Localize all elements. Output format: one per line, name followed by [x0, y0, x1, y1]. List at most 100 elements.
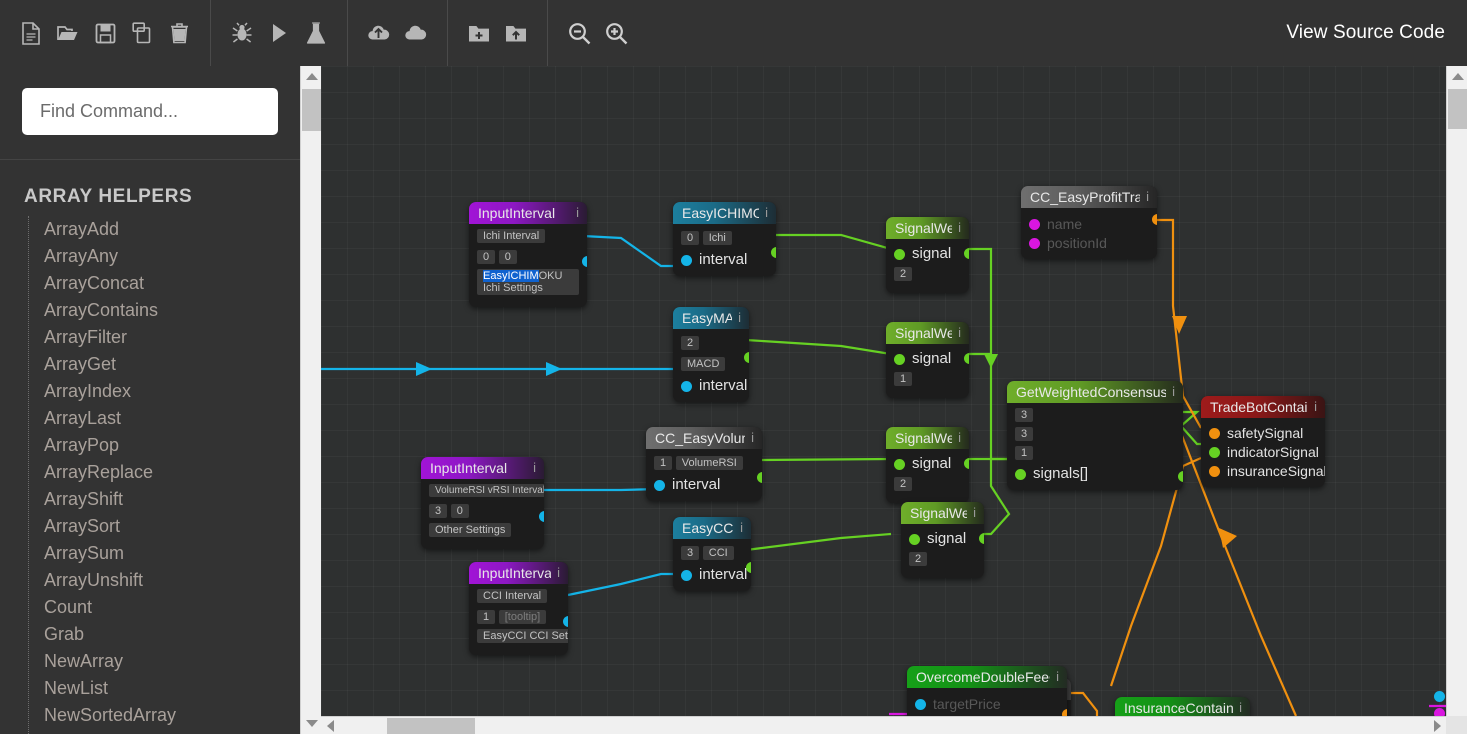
output-port-signal[interactable]	[757, 472, 762, 483]
sidebar-item-arrayfilter[interactable]: ArrayFilter	[29, 324, 300, 351]
field-value-0[interactable]: 3	[1015, 408, 1034, 422]
node-signal-weight-1[interactable]: SignalWeight i signal 2	[886, 217, 969, 293]
input-port-signal-row[interactable]: signal	[894, 455, 961, 473]
sidebar-item-arrayshift[interactable]: ArrayShift	[29, 486, 300, 513]
field-value[interactable]: 3	[681, 546, 700, 560]
field-settings-label[interactable]: EasyCCI CCI Settings	[477, 629, 568, 643]
input-port-dot[interactable]	[1029, 218, 1040, 230]
canvas-scroll-left-icon[interactable]	[321, 717, 339, 734]
output-port-interval[interactable]	[539, 511, 544, 522]
sidebar-item-arrayindex[interactable]: ArrayIndex	[29, 378, 300, 405]
input-port-dot[interactable]	[681, 380, 692, 392]
node-header[interactable]: EasyICHIMOKU i	[673, 202, 776, 224]
node-insurance-container[interactable]: InsuranceContainer i	[1115, 697, 1250, 716]
node-header[interactable]: SignalWeight i	[886, 427, 969, 449]
sidebar-item-arraylast[interactable]: ArrayLast	[29, 405, 300, 432]
output-port-signal[interactable]	[964, 248, 969, 259]
canvas-scroll-right-icon[interactable]	[1428, 717, 1446, 734]
output-port-signal[interactable]	[964, 458, 969, 469]
field-max[interactable]: 0	[450, 504, 469, 518]
port-dot-magenta[interactable]	[1434, 708, 1445, 716]
sidebar-item-arraysum[interactable]: ArraySum	[29, 540, 300, 567]
node-cc-easy-volume-rsi[interactable]: CC_EasyVolumeRSI i 1 VolumeRSI interval	[646, 427, 762, 501]
field-interval-name[interactable]: Ichi Interval	[477, 229, 546, 243]
node-easy-macd[interactable]: EasyMACD i 2 MACD interval	[673, 307, 749, 402]
field-weight[interactable]: 2	[894, 267, 913, 281]
field-min[interactable]: 3	[429, 504, 448, 518]
node-info-icon[interactable]: i	[551, 565, 560, 580]
delete-icon[interactable]	[166, 18, 192, 48]
node-info-icon[interactable]: i	[952, 430, 961, 445]
node-header[interactable]: InputInterval i	[469, 562, 568, 584]
sidebar-item-newlist[interactable]: NewList	[29, 675, 300, 702]
node-info-icon[interactable]: i	[745, 430, 754, 445]
sidebar-item-count[interactable]: Count	[29, 594, 300, 621]
view-source-code-link[interactable]: View Source Code	[1286, 0, 1445, 66]
field-value-1[interactable]: 3	[1015, 427, 1034, 441]
input-port-dot[interactable]	[1209, 427, 1220, 439]
node-input-interval-cci[interactable]: InputInterval i CCI Interval 1 [tooltip]…	[469, 562, 568, 655]
copy-icon[interactable]	[129, 18, 155, 48]
input-port-signals-row[interactable]: signals[]	[1015, 465, 1175, 483]
field-tag[interactable]: VolumeRSI	[675, 456, 743, 470]
node-header[interactable]: SignalWeight i	[886, 322, 969, 344]
field-interval-name[interactable]: CCI Interval	[477, 589, 548, 603]
output-port-signal[interactable]	[979, 533, 984, 544]
node-info-icon[interactable]: i	[759, 205, 768, 220]
node-overcome-double-fee-costs[interactable]: OvercomeDoubleFeeCosts i targetPrice pos…	[907, 666, 1067, 716]
input-port-dot[interactable]	[1029, 237, 1040, 249]
field-value[interactable]: 2	[681, 336, 700, 350]
input-port-dot[interactable]	[681, 254, 692, 266]
node-info-icon[interactable]: i	[1308, 399, 1317, 414]
node-info-icon[interactable]: i	[570, 205, 579, 220]
sidebar-item-arraypop[interactable]: ArrayPop	[29, 432, 300, 459]
cloud-icon[interactable]	[403, 18, 429, 48]
node-info-icon[interactable]: i	[732, 310, 741, 325]
sidebar-scrollbar[interactable]	[300, 66, 321, 734]
sidebar-item-newarray[interactable]: NewArray	[29, 648, 300, 675]
node-header[interactable]: CC_EasyVolumeRSI i	[646, 427, 762, 449]
test-flask-icon[interactable]	[303, 18, 329, 48]
node-easy-cci[interactable]: EasyCCI i 3 CCI interval	[673, 517, 751, 591]
input-port-dot[interactable]	[909, 533, 920, 545]
output-port-signal[interactable]	[771, 247, 776, 258]
zoom-in-icon[interactable]	[603, 18, 629, 48]
input-port-signal-row[interactable]: signal	[894, 245, 961, 263]
field-weight[interactable]: 2	[894, 477, 913, 491]
node-info-icon[interactable]: i	[734, 520, 743, 535]
field-tooltip-placeholder[interactable]: [tooltip]	[498, 610, 547, 624]
node-info-icon[interactable]: i	[1140, 189, 1149, 204]
sidebar-scroll-up-icon[interactable]	[301, 66, 322, 87]
sidebar-item-newsortedlist[interactable]: NewSortedList	[29, 729, 300, 734]
node-info-icon[interactable]: i	[1233, 700, 1242, 715]
sidebar-item-arraysort[interactable]: ArraySort	[29, 513, 300, 540]
sidebar-item-arrayget[interactable]: ArrayGet	[29, 351, 300, 378]
node-cc-easy-profit-trailer[interactable]: CC_EasyProfitTrailer i name positionId	[1021, 186, 1157, 259]
sidebar-scroll-down-icon[interactable]	[301, 713, 322, 734]
sidebar-item-arrayunshift[interactable]: ArrayUnshift	[29, 567, 300, 594]
node-header[interactable]: EasyCCI i	[673, 517, 751, 539]
field-tag[interactable]: Ichi	[702, 231, 732, 245]
input-port-indicatorsignal-row[interactable]: indicatorSignal	[1209, 443, 1319, 461]
sidebar-item-arrayany[interactable]: ArrayAny	[29, 243, 300, 270]
port-dot-cyan[interactable]	[1434, 691, 1445, 702]
sidebar-item-newsortedarray[interactable]: NewSortedArray	[29, 702, 300, 729]
node-signal-weight-2[interactable]: SignalWeight i signal 1	[886, 322, 969, 398]
node-info-icon[interactable]: i	[952, 325, 961, 340]
input-port-positionid-row[interactable]: positionId	[915, 714, 1059, 716]
save-icon[interactable]	[92, 18, 118, 48]
canvas-horizontal-scrollbar[interactable]	[321, 716, 1446, 734]
output-port-interval[interactable]	[563, 616, 568, 627]
input-port-dot[interactable]	[915, 698, 926, 710]
node-info-icon[interactable]: i	[1050, 669, 1059, 684]
field-max[interactable]: 0	[498, 250, 517, 264]
canvas-vertical-scrollbar[interactable]	[1446, 66, 1467, 734]
output-port-position[interactable]	[1152, 214, 1157, 225]
input-port-positionid-row[interactable]: positionId	[1029, 234, 1149, 252]
field-weight[interactable]: 2	[909, 552, 928, 566]
node-header[interactable]: EasyMACD i	[673, 307, 749, 329]
input-port-dot[interactable]	[894, 458, 905, 470]
folder-add-icon[interactable]	[466, 18, 492, 48]
output-port-position[interactable]	[1062, 709, 1067, 716]
node-header[interactable]: GetWeightedConsensusSignal i	[1007, 381, 1183, 403]
